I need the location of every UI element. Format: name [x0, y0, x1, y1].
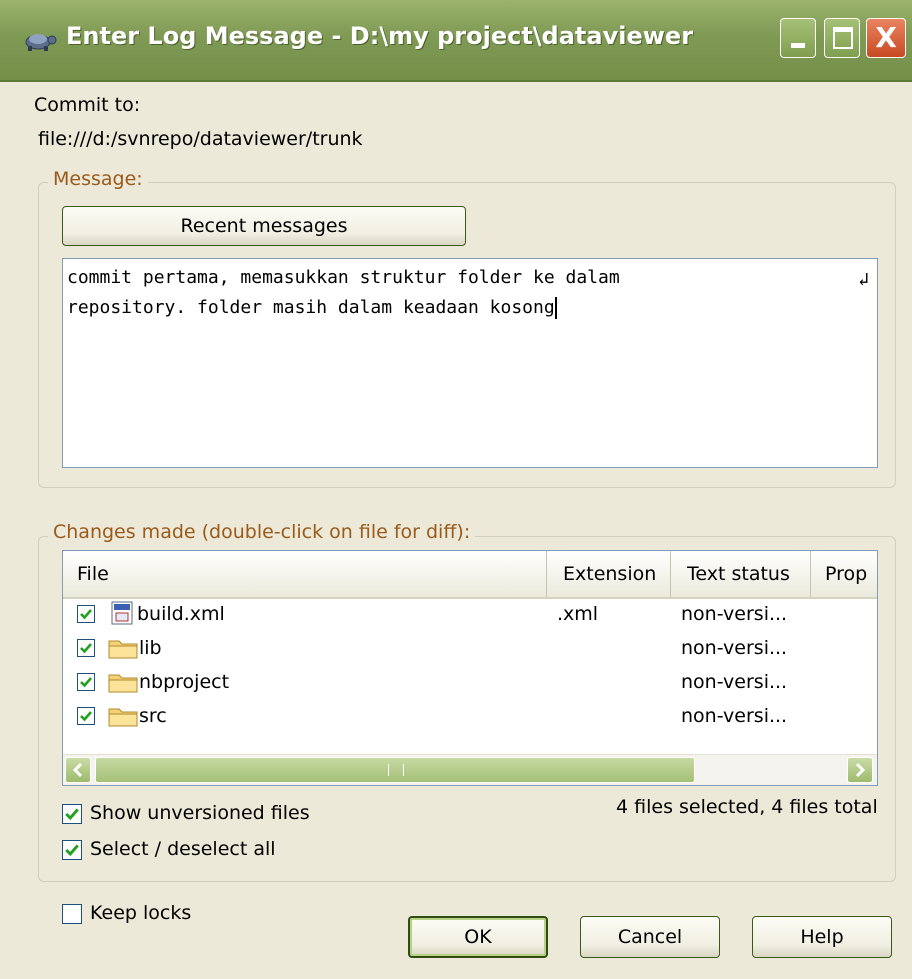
scroll-grip	[388, 764, 404, 776]
column-text-status[interactable]: Text status	[671, 551, 811, 597]
folder-icon	[108, 674, 138, 693]
message-group-legend: Message:	[48, 168, 148, 190]
ok-button[interactable]: OK	[408, 916, 548, 958]
column-file-label: File	[77, 563, 109, 585]
message-line-1: commit pertama, memasukkan struktur fold…	[67, 267, 620, 288]
column-text-status-label: Text status	[687, 563, 790, 585]
column-extension[interactable]: Extension	[547, 551, 671, 597]
commit-url: file:///d:/svnrepo/dataviewer/trunk	[38, 128, 363, 150]
recent-messages-button[interactable]: Recent messages	[62, 206, 466, 246]
tortoise-icon	[25, 34, 57, 51]
file-name: src	[139, 705, 167, 727]
list-header: File Extension Text status Prop	[63, 551, 877, 599]
message-line-2-text: repository. folder masih dalam keadaan k…	[67, 297, 555, 318]
file-name: nbproject	[139, 671, 230, 693]
help-button[interactable]: Help	[752, 916, 892, 958]
horizontal-scrollbar[interactable]	[63, 754, 877, 785]
table-row[interactable]: lib non-versi...	[63, 631, 877, 665]
column-prop-label: Prop	[825, 563, 868, 585]
minimize-icon	[791, 43, 805, 48]
help-label: Help	[800, 926, 844, 948]
maximize-icon	[833, 27, 853, 49]
message-textarea[interactable]: commit pertama, memasukkan struktur fold…	[62, 258, 878, 468]
maximize-button[interactable]	[824, 18, 860, 58]
scroll-thumb[interactable]	[95, 757, 695, 783]
file-status: non-versi...	[681, 603, 788, 625]
show-unversioned-checkbox[interactable]	[62, 804, 82, 824]
column-extension-label: Extension	[563, 563, 657, 585]
select-all-label: Select / deselect all	[90, 838, 276, 860]
changes-group-legend: Changes made (double-click on file for d…	[48, 521, 476, 543]
chevron-left-icon	[72, 762, 83, 778]
scroll-left-button[interactable]	[65, 757, 91, 783]
close-button[interactable]: X	[866, 18, 906, 58]
word-wrap-icon: ↲	[858, 269, 869, 290]
folder-icon	[108, 708, 138, 727]
changes-list[interactable]: File Extension Text status Prop build.xm…	[62, 550, 878, 786]
row-checkbox[interactable]	[77, 707, 95, 725]
keep-locks-checkbox[interactable]	[62, 904, 82, 924]
file-status: non-versi...	[681, 637, 788, 659]
column-prop[interactable]: Prop	[811, 551, 877, 597]
row-checkbox[interactable]	[77, 673, 95, 691]
column-file[interactable]: File	[63, 551, 547, 597]
file-name: lib	[139, 637, 162, 659]
recent-messages-label: Recent messages	[180, 215, 348, 237]
window-title: Enter Log Message - D:\my project\datavi…	[66, 22, 694, 50]
table-row[interactable]: nbproject non-versi...	[63, 665, 877, 699]
title-bar[interactable]: Enter Log Message - D:\my project\datavi…	[0, 0, 912, 82]
file-name: build.xml	[137, 603, 225, 625]
file-status: non-versi...	[681, 705, 788, 727]
show-unversioned-label: Show unversioned files	[90, 802, 310, 824]
text-caret	[554, 297, 557, 319]
select-all-checkbox[interactable]	[62, 840, 82, 860]
xml-file-icon	[111, 601, 133, 625]
table-row[interactable]: src non-versi...	[63, 699, 877, 733]
selection-summary: 4 files selected, 4 files total	[616, 796, 878, 818]
chevron-right-icon	[855, 762, 866, 778]
folder-icon	[108, 640, 138, 659]
row-checkbox[interactable]	[77, 605, 95, 623]
minimize-button[interactable]	[780, 18, 816, 58]
cancel-button[interactable]: Cancel	[580, 916, 720, 958]
commit-to-label: Commit to:	[34, 94, 141, 116]
cancel-label: Cancel	[617, 926, 683, 948]
keep-locks-label: Keep locks	[90, 902, 192, 924]
file-status: non-versi...	[681, 671, 788, 693]
close-icon: X	[875, 21, 897, 54]
file-extension: .xml	[557, 603, 599, 625]
ok-label: OK	[464, 926, 492, 948]
table-row[interactable]: build.xml .xml non-versi...	[63, 597, 877, 631]
message-line-2: repository. folder masih dalam keadaan k…	[67, 293, 877, 323]
scroll-right-button[interactable]	[847, 757, 873, 783]
row-checkbox[interactable]	[77, 639, 95, 657]
